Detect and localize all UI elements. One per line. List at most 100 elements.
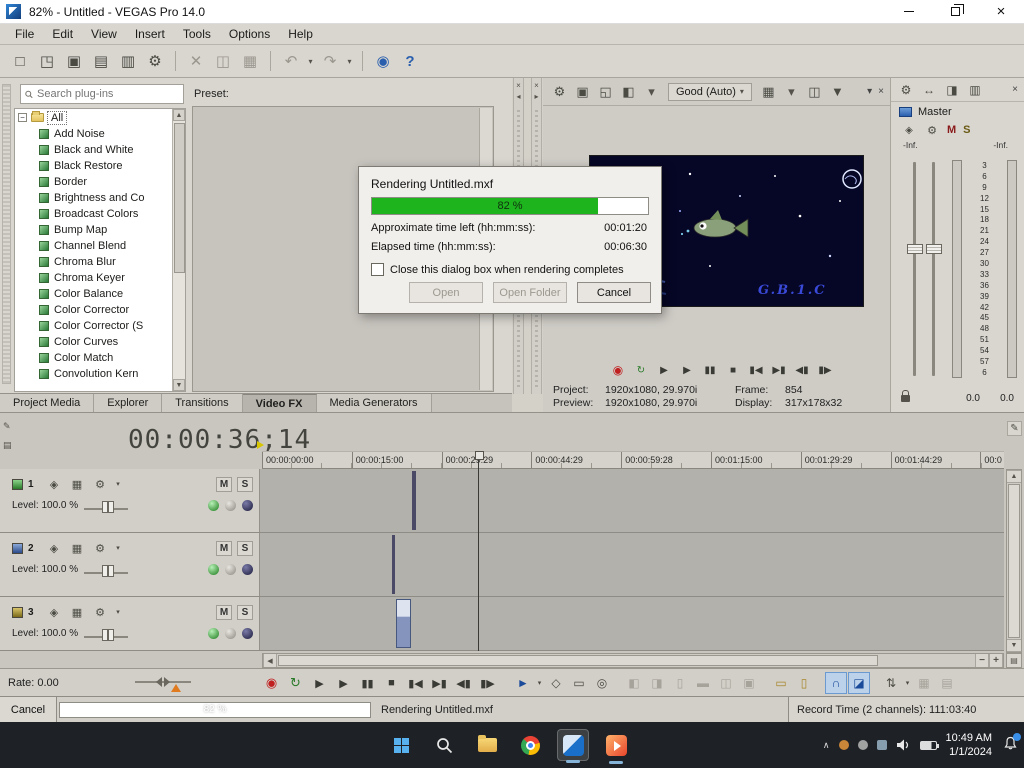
tool-separator[interactable] [761, 672, 769, 694]
marker-tool-icon[interactable]: ▤ [3, 440, 15, 451]
track-fx-icon[interactable]: ▦ [68, 540, 86, 556]
tab-project-media[interactable]: Project Media [0, 394, 95, 412]
slip-button[interactable]: ▬ [692, 672, 714, 694]
plugin-item[interactable]: Broadcast Colors [15, 206, 185, 222]
track-arm-icon[interactable] [208, 563, 219, 575]
track-mute-button[interactable]: M [216, 476, 232, 492]
track-meter-icon[interactable] [225, 627, 236, 639]
tree-expander-icon[interactable]: − [18, 113, 27, 122]
chevron-down-icon[interactable]: ▾ [114, 604, 122, 620]
open-folder-button[interactable]: Open Folder [493, 282, 567, 303]
track-gear-icon[interactable]: ⚙ [91, 604, 109, 620]
plugin-item[interactable]: Color Corrector [15, 302, 185, 318]
track-gear-icon[interactable]: ⚙ [91, 540, 109, 556]
track-view-button[interactable]: ▦ [913, 672, 935, 694]
lock-icon[interactable] [901, 390, 910, 402]
open-icon[interactable]: ◳ [35, 49, 59, 73]
mixer-meters-icon[interactable]: ▥ [966, 81, 984, 99]
track-meter-icon[interactable] [225, 563, 236, 575]
save-snapshot-icon[interactable]: ▼ [827, 81, 848, 102]
pencil-icon[interactable]: ✎ [3, 421, 15, 432]
track-fx-icon[interactable]: ▦ [68, 604, 86, 620]
undo-icon[interactable]: ↶ [279, 49, 303, 73]
auto-ripple-button[interactable]: ◪ [848, 672, 870, 694]
plugin-item[interactable]: Convolution Kern [15, 366, 185, 382]
copy-snapshot-icon[interactable]: ◫ [804, 81, 825, 102]
solo-button[interactable]: S [963, 124, 970, 136]
panel-close-icon[interactable]: × [878, 86, 884, 97]
toolbar-separator[interactable] [270, 51, 271, 71]
media-app-button[interactable] [600, 729, 632, 761]
plugin-item[interactable]: Color Corrector (S [15, 318, 185, 334]
volume-fader-left[interactable] [907, 244, 923, 254]
plugin-tree-scrollbar[interactable]: ▲ ▼ [172, 109, 185, 391]
panel-close-icon[interactable]: × [1012, 84, 1018, 95]
plugin-item[interactable]: Chroma Blur [15, 254, 185, 270]
rate-slider[interactable] [135, 677, 191, 687]
start-button[interactable] [385, 729, 417, 761]
edit-tool-dropdown[interactable]: ▾ [535, 672, 544, 694]
split-screen-view-icon[interactable]: ◧ [618, 81, 639, 102]
loop-playback-button[interactable]: ↻ [630, 360, 652, 380]
bus-output-icon[interactable]: ◈ [901, 123, 917, 137]
notification-bell-button[interactable] [1003, 733, 1021, 754]
detail-view-button[interactable]: ▤ [936, 672, 958, 694]
volume-icon[interactable] [896, 739, 911, 751]
menu-item[interactable]: Tools [174, 24, 220, 44]
whats-this-help-icon[interactable]: ? [398, 49, 422, 73]
track-motion-icon[interactable]: ◈ [45, 540, 63, 556]
scroll-thumb[interactable] [278, 655, 878, 666]
record-button[interactable]: ◉ [607, 360, 629, 380]
trim-start-button[interactable]: ◧ [623, 672, 645, 694]
scroll-down-icon[interactable]: ▼ [173, 379, 185, 391]
tray-app-icon[interactable] [876, 740, 887, 750]
tab-transitions[interactable]: Transitions [162, 394, 243, 412]
pause-button[interactable]: ▮▮ [699, 360, 721, 380]
insert-marker-button[interactable]: ▭ [770, 672, 792, 694]
normal-edit-tool-button[interactable]: ► [512, 672, 534, 694]
track-phase-icon[interactable] [242, 499, 253, 511]
track-solo-button[interactable]: S [237, 476, 253, 492]
mixer-layout-button[interactable]: ⇅ [880, 672, 902, 694]
project-video-properties-icon[interactable]: ▣ [572, 81, 593, 102]
save-as-icon[interactable]: ▤ [89, 49, 113, 73]
track-phase-icon[interactable] [242, 627, 253, 639]
timeline-clip[interactable] [396, 599, 411, 648]
track-lane[interactable] [260, 597, 1004, 650]
insert-bus-icon[interactable]: ↔ [920, 81, 938, 99]
copy-icon[interactable]: ◫ [211, 49, 235, 73]
plugin-item[interactable]: Black and White [15, 142, 185, 158]
layout-dropdown[interactable]: ▾ [903, 672, 912, 694]
track-lane[interactable] [260, 533, 1004, 596]
playhead-cursor[interactable] [475, 451, 484, 651]
interactive-tutorials-icon[interactable]: ◉ [371, 49, 395, 73]
scroll-thumb[interactable] [1008, 484, 1020, 638]
panel-close-icon[interactable]: × [534, 82, 539, 90]
tab-explorer[interactable]: Explorer [94, 394, 163, 412]
toolbar-separator[interactable] [175, 51, 176, 71]
envelope-edit-tool-button[interactable]: ◇ [545, 672, 567, 694]
tool-separator[interactable] [614, 672, 622, 694]
track-gear-icon[interactable]: ⚙ [91, 476, 109, 492]
track-mute-button[interactable]: M [216, 540, 232, 556]
project-properties-icon[interactable]: ⚙ [143, 49, 167, 73]
tray-chevron-up-icon[interactable]: ∧ [823, 740, 830, 751]
split-screen-dropdown-icon[interactable]: ▾ [641, 81, 662, 102]
scroll-down-icon[interactable]: ▼ [1007, 639, 1021, 652]
menu-item[interactable]: View [82, 24, 126, 44]
preview-settings-gear-icon[interactable]: ⚙ [549, 81, 570, 102]
plugin-item[interactable]: Color Balance [15, 286, 185, 302]
open-button[interactable]: Open [409, 282, 483, 303]
toolbar-separator[interactable] [362, 51, 363, 71]
tray-app-icon[interactable] [838, 740, 849, 750]
overlays-grid-icon[interactable]: ▦ [758, 81, 779, 102]
track-motion-icon[interactable]: ◈ [45, 604, 63, 620]
menu-item[interactable]: Edit [43, 24, 82, 44]
scroll-up-icon[interactable]: ▲ [1007, 470, 1021, 483]
chevron-down-icon[interactable]: ▾ [114, 540, 122, 556]
plugin-item[interactable]: Brightness and Co [15, 190, 185, 206]
tray-app-icon[interactable] [857, 740, 868, 750]
timeline-hscrollbar[interactable]: ◀ − + [262, 653, 1004, 668]
vegas-taskbar-button[interactable] [557, 729, 589, 761]
pause-button[interactable]: ▮▮ [356, 672, 379, 694]
